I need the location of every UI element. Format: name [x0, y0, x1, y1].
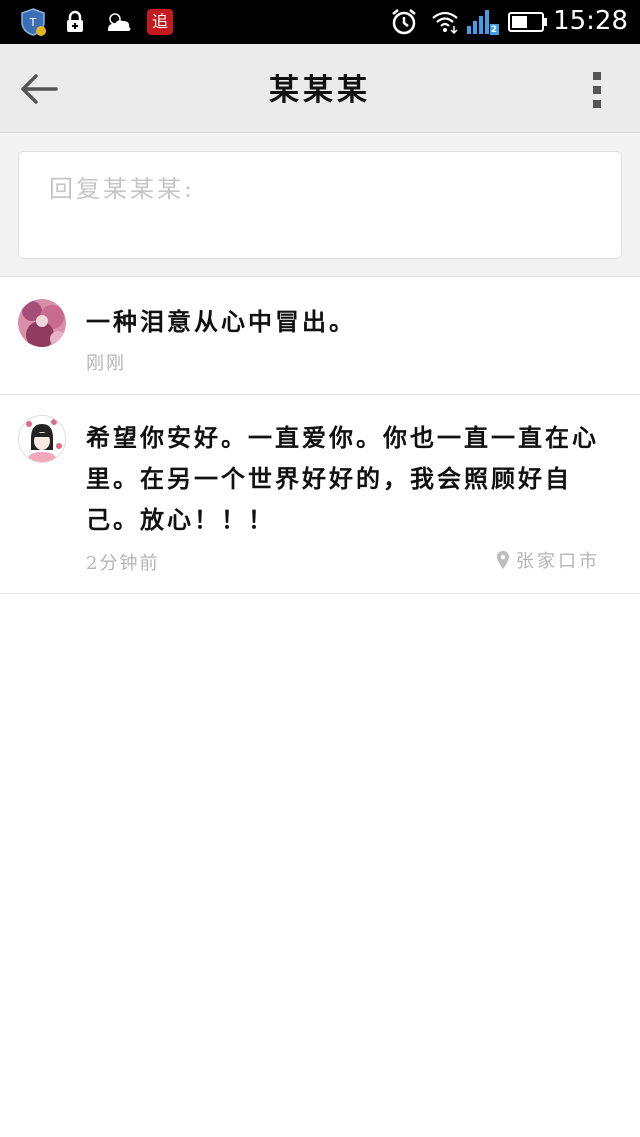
- reply-box[interactable]: [18, 151, 622, 259]
- sim-badge: 2: [490, 25, 497, 35]
- app-icon-label: 追: [147, 9, 173, 35]
- location-label: 张家口市: [516, 551, 600, 572]
- comment-item: 一种泪意从心中冒出。 刚刚: [0, 277, 640, 395]
- svg-text:T: T: [29, 16, 37, 29]
- comment-item: 希望你安好。一直爱你。你也一直一直在心里。在另一个世界好好的，我会照顾好自己。放…: [0, 395, 640, 594]
- overflow-menu-button[interactable]: [590, 70, 604, 110]
- weather-icon: [102, 8, 134, 36]
- top-app-bar: 某某某: [0, 44, 640, 133]
- battery-icon: [508, 8, 548, 36]
- location-pin-icon: [497, 551, 509, 569]
- comment-time: 2分钟前: [86, 553, 160, 574]
- shield-icon: T: [18, 8, 48, 36]
- comment-text: 一种泪意从心中冒出。: [86, 307, 356, 336]
- more-vertical-icon: [593, 72, 601, 108]
- alarm-icon: [388, 8, 420, 36]
- status-time: 15:28: [553, 6, 628, 36]
- reply-input[interactable]: [47, 174, 591, 204]
- reply-section: [0, 133, 640, 277]
- avatar[interactable]: [18, 299, 66, 347]
- avatar[interactable]: [18, 415, 66, 463]
- page-title: 某某某: [269, 73, 371, 108]
- status-bar: T 追 2 15:28: [0, 0, 640, 44]
- app-icon: 追: [146, 8, 174, 36]
- comment-time: 刚刚: [86, 353, 126, 374]
- comment-location: 张家口市: [496, 547, 600, 573]
- lock-icon: [64, 8, 86, 36]
- comment-text: 希望你安好。一直爱你。你也一直一直在心里。在另一个世界好好的，我会照顾好自己。放…: [86, 423, 599, 534]
- signal-icon: 2: [466, 8, 500, 36]
- wifi-icon: [430, 8, 460, 36]
